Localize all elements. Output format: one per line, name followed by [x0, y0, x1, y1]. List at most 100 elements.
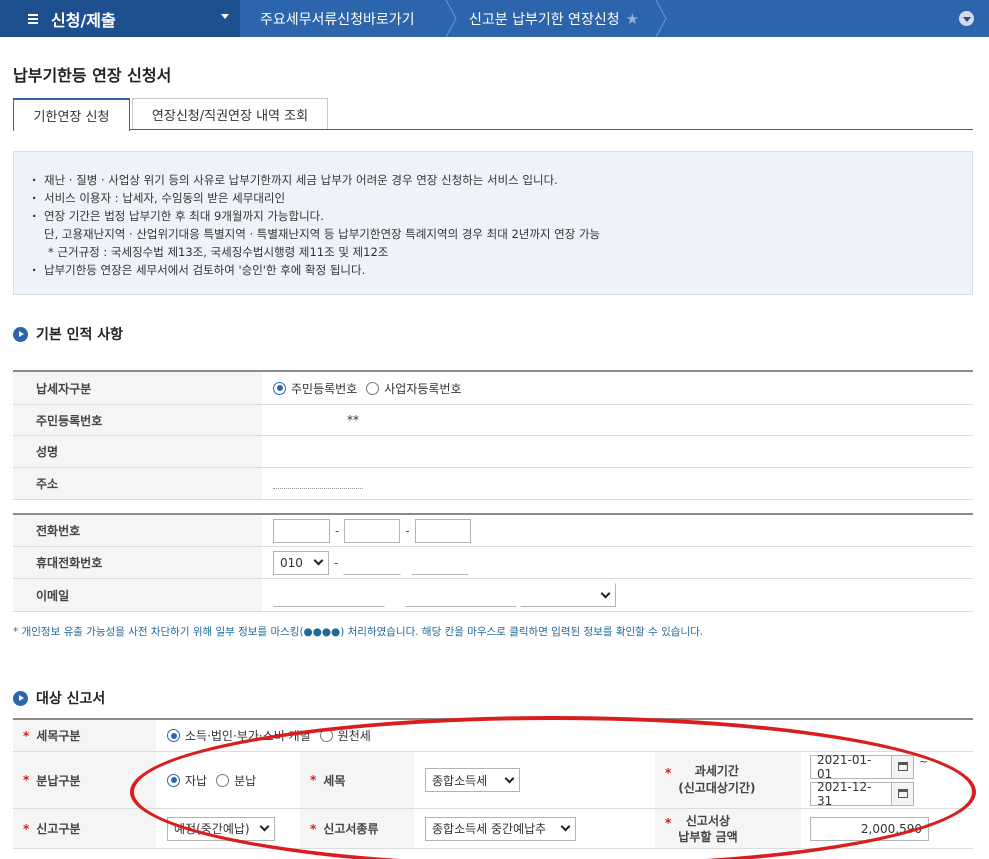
radio-empty-icon [366, 381, 380, 395]
chevron-down-icon [560, 821, 571, 832]
basic-info-table: 납세자구분 주민등록번호 사업자등록번호 주민등록번호 ** 성명 주소 [13, 370, 973, 500]
notice-box: 재난 · 질병 · 사업상 위기 등의 사유로 납부기한까지 세금 납부가 어려… [13, 151, 973, 295]
target-report-table: * 세목구분 소득·법인·부가·소비·개별 원천세 * 분납구분 자납 분납 *… [13, 718, 973, 849]
table-row: 주소 [13, 468, 973, 500]
radio-label: 소득·법인·부가·소비·개별 [185, 729, 311, 743]
section-title: 대상 신고서 [36, 691, 106, 707]
resident-number-value[interactable]: ** [262, 405, 973, 435]
breadcrumb-main-docs[interactable]: 주요세무서류신청바로가기 [260, 0, 415, 37]
period-to-input[interactable]: 2021-12-31 [810, 780, 892, 808]
table-row: * 신고구분 예정(중간예납) * 신고서종류 종합소득세 중간예납추 * 신고… [13, 809, 973, 849]
report-type-label: * 신고구분 [13, 809, 156, 848]
table-row: * 세목구분 소득·법인·부가·소비·개별 원천세 [13, 720, 973, 752]
table-row: 전화번호 - - [13, 515, 973, 547]
notice-line: 연장 기간은 법정 납부기한 후 최대 9개월까지 가능합니다. [32, 207, 972, 225]
chevron-down-icon [962, 17, 971, 22]
radio-selected-icon [167, 729, 180, 742]
table-row: 성명 [13, 436, 973, 468]
name-value-masked[interactable] [262, 436, 973, 467]
radio-withholding-tax[interactable]: 원천세 [319, 727, 371, 744]
email-domain-input[interactable] [405, 583, 517, 607]
email-label: 이메일 [13, 579, 262, 611]
main-menu-button[interactable]: 신청/제출 [0, 0, 240, 37]
payment-amount-label: * 신고서상 납부할 금액 [655, 809, 801, 848]
menu-title: 신청/제출 [51, 10, 116, 30]
section-header-basic-info: 기본 인적 사항 [13, 324, 123, 344]
radio-selected-icon [273, 381, 286, 395]
taxpayer-type-label: 납세자구분 [13, 372, 262, 404]
radio-label: 자납 [185, 773, 208, 788]
section-arrow-icon [13, 690, 28, 706]
select-value: 010 [280, 555, 303, 570]
section-title: 기본 인적 사항 [36, 327, 124, 343]
period-from-input[interactable]: 2021-01-01 [810, 753, 892, 781]
email-id-input[interactable] [273, 583, 385, 607]
table-row: 납세자구분 주민등록번호 사업자등록번호 [13, 372, 973, 405]
breadcrumb-separator-icon [445, 0, 457, 37]
mobile-middle-input[interactable] [343, 550, 402, 575]
radio-income-tax[interactable]: 소득·법인·부가·소비·개별 [167, 727, 311, 744]
tabs-underline [13, 129, 973, 130]
phone-label: 전화번호 [13, 515, 262, 546]
notice-line: 단, 고용재난지역 · 산업위기대응 특별지역 · 특별재난지역 등 납부기한연… [44, 227, 601, 241]
notice-line: 납부기한등 연장은 세무서에서 검토하여 '승인'한 후에 확정 됩니다. [32, 261, 972, 279]
expand-menu-button[interactable] [959, 11, 974, 26]
address-label: 주소 [13, 468, 262, 499]
tax-period-label: * 과세기간 (신고대상기간) [655, 752, 801, 808]
hamburger-icon [28, 13, 38, 24]
resident-number-label: 주민등록번호 [13, 405, 262, 435]
tab-extension-request[interactable]: 기한연장 신청 [13, 98, 130, 131]
select-value: 종합소득세 [432, 773, 488, 788]
radio-label: 원천세 [337, 729, 371, 743]
address-value-masked[interactable] [262, 468, 973, 499]
mobile-prefix-select[interactable]: 010 [273, 550, 329, 575]
select-value: 예정(중간예납) [174, 822, 250, 836]
payment-amount-input[interactable]: 2,000,590 [810, 816, 929, 841]
mobile-last-input[interactable] [411, 550, 470, 575]
calendar-icon[interactable] [892, 781, 914, 806]
radio-label: 분납 [234, 773, 257, 788]
phone-middle-input[interactable] [344, 518, 401, 543]
breadcrumb-current[interactable]: 신고분 납부기한 연장신청 ★ [469, 0, 639, 37]
page-title: 납부기한등 연장 신청서 [13, 66, 172, 85]
name-label: 성명 [13, 436, 262, 467]
tax-item-label: * 세목구분 [13, 720, 156, 751]
email-domain-select[interactable] [520, 583, 616, 607]
phone-area-input[interactable] [273, 518, 330, 543]
radio-empty-icon [319, 729, 333, 742]
tax-label: * 세목 [300, 752, 414, 808]
contact-info-table: 전화번호 - - 휴대전화번호 010 - 이메일 [13, 513, 973, 612]
privacy-note: * 개인정보 유출 가능성을 사전 차단하기 위해 일부 정보를 마스킹(●●●… [13, 626, 704, 638]
report-kind-label: * 신고서종류 [300, 809, 414, 848]
chevron-down-icon [313, 555, 324, 566]
radio-label: 사업자등록번호 [384, 381, 462, 396]
tax-select[interactable]: 종합소득세 [425, 768, 520, 792]
tab-history-inquiry[interactable]: 연장신청/직권연장 내역 조회 [132, 98, 328, 130]
chevron-down-icon [600, 588, 611, 598]
caret-down-icon [221, 14, 229, 19]
table-row: * 분납구분 자납 분납 * 세목 종합소득세 * 과세기간 (신고대상기간) … [13, 752, 973, 809]
breadcrumb-current-label: 신고분 납부기한 연장신청 [469, 11, 620, 28]
table-row: 휴대전화번호 010 - [13, 547, 973, 579]
radio-resident-number[interactable]: 주민등록번호 [273, 380, 357, 397]
notice-line: 서비스 이용자 : 납세자, 수임동의 받은 세무대리인 [32, 189, 972, 207]
report-kind-select[interactable]: 종합소득세 중간예납추 [425, 816, 576, 841]
mobile-label: 휴대전화번호 [13, 547, 262, 578]
table-row: 주민등록번호 ** [13, 405, 973, 436]
installment-label: * 분납구분 [13, 752, 156, 808]
phone-last-input[interactable] [414, 518, 471, 543]
radio-split-pay[interactable]: 분납 [216, 772, 256, 789]
radio-label: 주민등록번호 [291, 381, 358, 396]
chevron-down-icon [259, 821, 270, 832]
radio-business-number[interactable]: 사업자등록번호 [366, 380, 462, 397]
report-type-select[interactable]: 예정(중간예납) [167, 816, 275, 841]
select-value: 종합소득세 중간예납추 [432, 822, 547, 836]
notice-line: * 근거규정 : 국세징수법 제13조, 국세징수법시행령 제11조 및 제12… [48, 245, 389, 259]
calendar-icon[interactable] [892, 754, 914, 779]
section-arrow-icon [13, 326, 28, 342]
radio-self-pay[interactable]: 자납 [167, 772, 207, 789]
table-row: 이메일 [13, 579, 973, 612]
notice-line: 재난 · 질병 · 사업상 위기 등의 사유로 납부기한까지 세금 납부가 어려… [32, 171, 972, 189]
top-navigation: 신청/제출 주요세무서류신청바로가기 신고분 납부기한 연장신청 ★ [0, 0, 989, 37]
favorite-star-icon[interactable]: ★ [626, 10, 639, 28]
